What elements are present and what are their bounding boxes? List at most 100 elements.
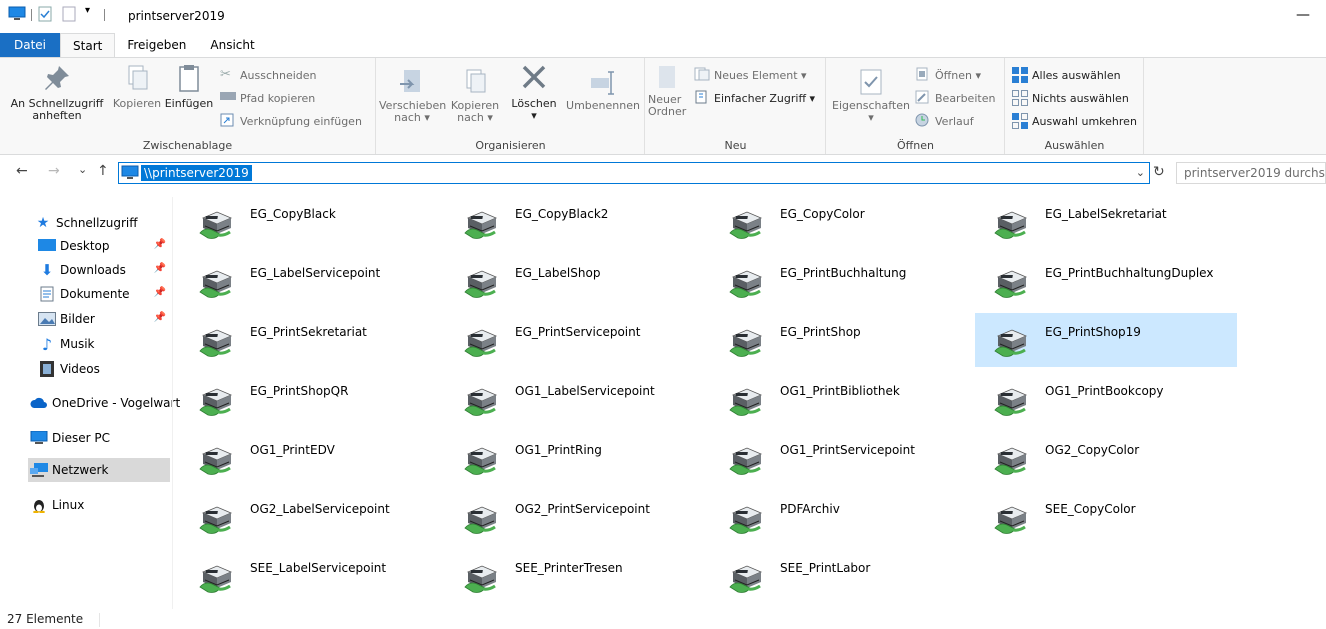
printer-name: EG_PrintServicepoint xyxy=(515,325,641,339)
nav-music[interactable]: ♪ Musik xyxy=(38,332,172,356)
printer-item[interactable]: SEE_PrintLabor xyxy=(710,549,972,603)
printer-item[interactable]: EG_CopyBlack xyxy=(180,195,442,249)
invert-selection-button[interactable]: Auswahl umkehren xyxy=(1012,110,1137,132)
paste-shortcut-button[interactable]: Verknüpfung einfügen xyxy=(220,110,362,132)
nav-this-pc[interactable]: Dieser PC xyxy=(30,426,172,450)
forward-button[interactable]: → xyxy=(48,163,60,179)
new-folder-icon[interactable] xyxy=(61,6,77,25)
nav-linux[interactable]: Linux xyxy=(30,493,172,517)
printer-item[interactable]: OG1_PrintRing xyxy=(445,431,707,485)
printer-item[interactable]: SEE_PrinterTresen xyxy=(445,549,707,603)
address-dropdown-button[interactable]: ⌄ xyxy=(1136,163,1145,183)
open-button[interactable]: Öffnen ▾ xyxy=(915,64,981,86)
group-label-zwischenablage: Zwischenablage xyxy=(142,139,233,152)
copy-path-label: Pfad kopieren xyxy=(240,91,316,105)
pin-quick-access-button[interactable]: An Schnellzugriff anheften xyxy=(4,62,110,122)
nav-videos[interactable]: Videos xyxy=(38,357,172,381)
nav-quick-access[interactable]: ★ Schnellzugriff xyxy=(34,211,178,235)
nav-network-label: Netzwerk xyxy=(52,463,109,477)
copy-path-button[interactable]: Pfad kopieren xyxy=(220,87,315,109)
rename-button[interactable]: Umbenennen xyxy=(563,68,643,112)
customize-toolbar-icon[interactable]: ▾ xyxy=(85,5,90,16)
computer-icon xyxy=(8,6,26,25)
refresh-button[interactable]: ↻ xyxy=(1153,164,1165,180)
tab-freigeben[interactable]: Freigeben xyxy=(115,33,198,57)
printer-item[interactable]: EG_PrintSekretariat xyxy=(180,313,442,367)
printer-item[interactable]: EG_PrintShopQR xyxy=(180,372,442,426)
printer-item[interactable]: SEE_CopyColor xyxy=(975,490,1237,544)
tab-ansicht[interactable]: Ansicht xyxy=(198,33,266,57)
printer-item[interactable]: OG2_PrintServicepoint xyxy=(445,490,707,544)
address-text[interactable]: \\printserver2019 xyxy=(141,165,252,181)
properties-button[interactable]: Eigenschaften ▾ xyxy=(831,68,911,124)
printer-item[interactable]: EG_PrintShop xyxy=(710,313,972,367)
nav-desktop[interactable]: Desktop 📌 xyxy=(38,234,172,258)
recent-locations-button[interactable]: ⌄ xyxy=(78,163,87,176)
tab-datei[interactable]: Datei xyxy=(0,33,61,57)
navigation-pane: ★ Schnellzugriff Desktop 📌 ⬇ Downloads 📌… xyxy=(0,197,180,609)
cut-button[interactable]: ✂ Ausschneiden xyxy=(220,64,317,86)
select-none-label: Nichts auswählen xyxy=(1032,91,1129,105)
printer-item[interactable]: OG1_LabelServicepoint xyxy=(445,372,707,426)
edit-button[interactable]: Bearbeiten xyxy=(915,87,995,109)
nav-pictures[interactable]: Bilder 📌 xyxy=(38,307,172,331)
printer-item[interactable]: SEE_LabelServicepoint xyxy=(180,549,442,603)
copy-to-label-2: nach ▾ xyxy=(457,111,493,124)
printer-item[interactable]: EG_LabelShop xyxy=(445,254,707,308)
nav-downloads[interactable]: ⬇ Downloads 📌 xyxy=(38,258,172,282)
printer-name: OG2_LabelServicepoint xyxy=(250,502,390,516)
printer-item[interactable]: EG_PrintServicepoint xyxy=(445,313,707,367)
copy-button[interactable]: Kopieren xyxy=(112,62,162,110)
linux-penguin-icon xyxy=(30,497,48,513)
minimize-button[interactable]: — xyxy=(1288,4,1318,26)
up-button[interactable]: ↑ xyxy=(97,163,109,179)
printer-item[interactable]: OG1_PrintBibliothek xyxy=(710,372,972,426)
move-icon xyxy=(400,70,420,92)
tab-start[interactable]: Start xyxy=(60,33,116,57)
new-item-button[interactable]: Neues Element ▾ xyxy=(694,64,807,86)
status-bar: 27 Elemente xyxy=(0,609,1326,629)
select-none-button[interactable]: Nichts auswählen xyxy=(1012,87,1129,109)
printer-icon xyxy=(727,263,765,301)
printer-name: EG_LabelShop xyxy=(515,266,601,280)
content-area: EG_CopyBlack EG_CopyBlack2 EG_CopyColor EG_… xyxy=(178,195,1326,611)
history-button[interactable]: Verlauf xyxy=(915,110,974,132)
printer-item[interactable]: EG_PrintBuchhaltung xyxy=(710,254,972,308)
delete-button[interactable]: Löschen ▾ xyxy=(507,60,561,122)
properties-icon[interactable] xyxy=(37,6,53,25)
group-label-auswaehlen: Auswählen xyxy=(1044,139,1105,152)
printer-item[interactable]: OG1_PrintBookcopy xyxy=(975,372,1237,426)
printer-item[interactable]: EG_CopyColor xyxy=(710,195,972,249)
copy-to-button[interactable]: Kopieren nach ▾ xyxy=(449,68,501,124)
printer-item[interactable]: EG_LabelServicepoint xyxy=(180,254,442,308)
group-organisieren: Verschieben nach ▾ Kopieren nach ▾ Lösch… xyxy=(377,58,645,154)
printer-item[interactable]: OG1_PrintEDV xyxy=(180,431,442,485)
nav-documents[interactable]: Dokumente 📌 xyxy=(38,282,172,306)
new-folder-button[interactable]: Neuer Ordner xyxy=(648,62,688,118)
desktop-icon xyxy=(38,238,56,254)
address-bar[interactable]: \\printserver2019 ⌄ xyxy=(118,162,1150,184)
printer-name: SEE_PrintLabor xyxy=(780,561,871,575)
printer-item[interactable]: EG_CopyBlack2 xyxy=(445,195,707,249)
printer-item[interactable]: EG_PrintBuchhaltungDuplex xyxy=(975,254,1237,308)
printer-item[interactable]: OG2_LabelServicepoint xyxy=(180,490,442,544)
printer-item[interactable]: EG_LabelSekretariat xyxy=(975,195,1237,249)
item-count: 27 Elemente xyxy=(7,612,84,626)
back-button[interactable]: ← xyxy=(16,163,28,179)
printer-item[interactable]: EG_PrintShop19 xyxy=(975,313,1237,367)
printer-item[interactable]: OG1_PrintServicepoint xyxy=(710,431,972,485)
printer-item[interactable]: PDFArchiv xyxy=(710,490,972,544)
nav-network[interactable]: Netzwerk xyxy=(28,458,170,482)
easy-access-button[interactable]: Einfacher Zugriff ▾ xyxy=(694,87,815,109)
nav-desktop-label: Desktop xyxy=(60,239,110,253)
group-label-oeffnen: Öffnen xyxy=(897,139,934,152)
printer-item[interactable]: OG2_CopyColor xyxy=(975,431,1237,485)
search-input[interactable]: printserver2019 durchsuchen xyxy=(1176,162,1326,184)
paste-button[interactable]: Einfügen xyxy=(164,62,214,110)
group-oeffnen: Eigenschaften ▾ Öffnen ▾ Bearbeiten Verl… xyxy=(827,58,1005,154)
document-icon xyxy=(38,286,56,302)
select-all-button[interactable]: Alles auswählen xyxy=(1012,64,1121,86)
nav-onedrive[interactable]: OneDrive - Vogelwart xyxy=(30,391,180,415)
move-to-button[interactable]: Verschieben nach ▾ xyxy=(379,68,446,124)
printer-name: EG_PrintShop19 xyxy=(1045,325,1141,339)
